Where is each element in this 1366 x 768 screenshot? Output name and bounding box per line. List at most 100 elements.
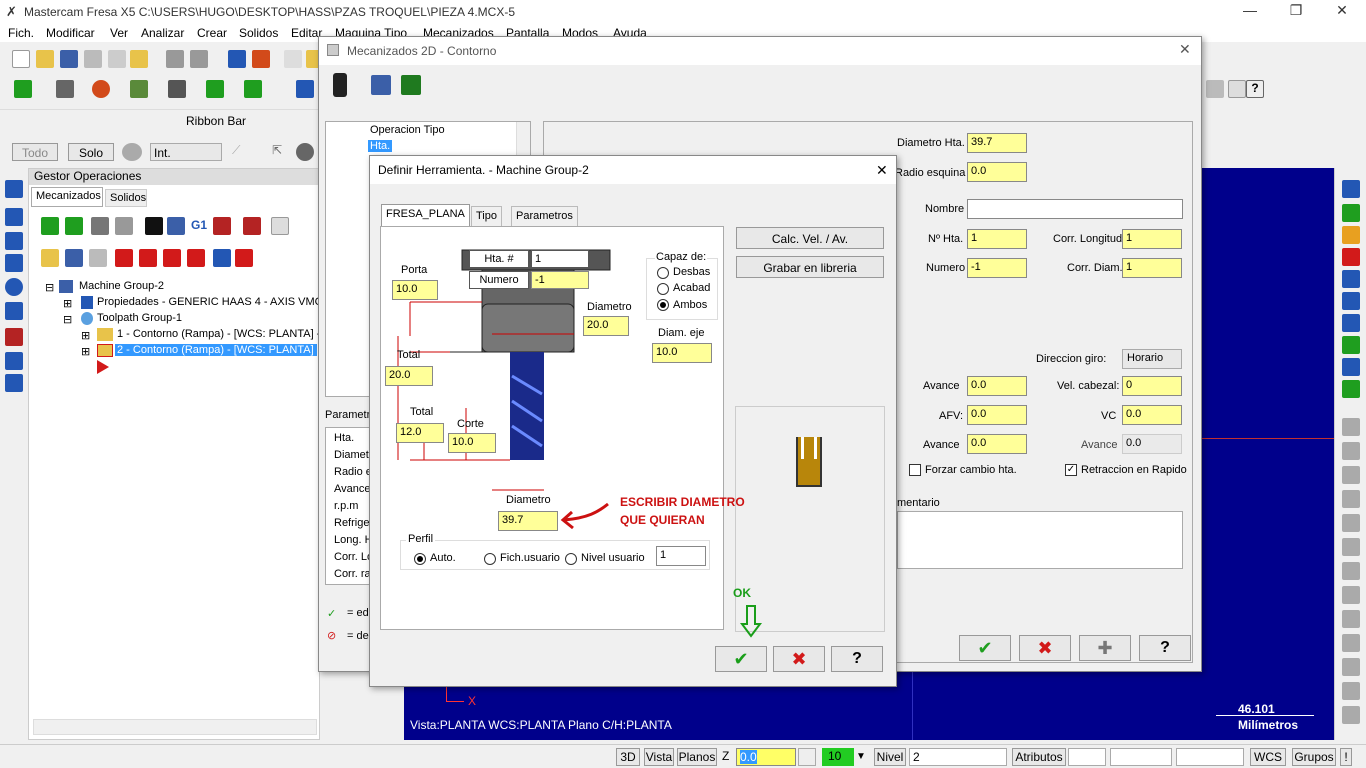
3d-button[interactable]: 3D	[616, 748, 640, 766]
menu-modificar[interactable]: Modificar	[46, 26, 95, 40]
param-item[interactable]: Refriger	[334, 517, 370, 529]
tree-hta[interactable]: Hta.	[368, 140, 393, 152]
rectangle-icon[interactable]	[130, 80, 148, 98]
tool-10-icon[interactable]	[1342, 634, 1360, 652]
arrow-icon[interactable]: ⟋	[232, 143, 250, 161]
tab-mecanizados[interactable]: Mecanizados	[31, 187, 103, 207]
avance2-field[interactable]: 0.0	[967, 434, 1027, 454]
iso-icon[interactable]	[1342, 204, 1360, 222]
tree-item-op2-selected[interactable]: 2 - Contorno (Rampa) - [WCS: PLANTA] -	[115, 344, 317, 356]
verify-icon[interactable]	[167, 217, 185, 235]
backplot-icon[interactable]	[145, 217, 163, 235]
perfil-fichusuario-radio[interactable]	[484, 553, 496, 565]
grupos-button[interactable]: Grupos	[1292, 748, 1336, 766]
filter-icon[interactable]	[5, 232, 23, 250]
shade-icon[interactable]	[1342, 226, 1360, 244]
tool-9-icon[interactable]	[1342, 610, 1360, 628]
radio-esquina-field[interactable]: 0.0	[967, 162, 1027, 182]
point-style-select[interactable]	[1068, 748, 1106, 766]
print-preview-icon[interactable]	[108, 50, 126, 68]
afv-field[interactable]: 0.0	[967, 405, 1027, 425]
zoom-icon[interactable]	[284, 50, 302, 68]
tool-2-icon[interactable]	[1342, 442, 1360, 460]
param-item[interactable]: Radio e	[334, 466, 370, 478]
tree-expander-icon[interactable]: ⊟	[45, 281, 54, 294]
color-dropdown[interactable]: ▼	[856, 748, 870, 766]
ops-icon[interactable]	[5, 180, 23, 198]
tree-expander-icon[interactable]: ⊞	[81, 329, 90, 342]
tool-3-icon[interactable]	[1342, 466, 1360, 484]
diametro-hta-field[interactable]: 39.7	[967, 133, 1027, 153]
grid-view-icon[interactable]	[1342, 314, 1360, 332]
numero-field[interactable]: -1	[967, 258, 1027, 278]
nhta-field[interactable]: 1	[967, 229, 1027, 249]
nivel-button[interactable]: Nivel	[874, 748, 906, 766]
close-button[interactable]: ✕	[1322, 2, 1362, 22]
fillet-icon[interactable]	[168, 80, 186, 98]
line-width-select[interactable]	[1176, 748, 1244, 766]
globe-icon[interactable]	[5, 278, 23, 296]
corte-field[interactable]: 10.0	[448, 433, 496, 453]
highfeed-icon[interactable]	[243, 217, 261, 235]
diametro-bottom-field[interactable]: 39.7	[498, 511, 558, 531]
color-field[interactable]: 10	[822, 748, 854, 766]
open-folder-icon[interactable]	[36, 50, 54, 68]
wcs-button[interactable]: WCS	[1250, 748, 1286, 766]
tool-11-icon[interactable]	[1342, 658, 1360, 676]
dropdown-icon[interactable]	[1228, 80, 1246, 98]
contorno-close-button[interactable]: ✕	[1179, 41, 1191, 58]
wave-icon[interactable]	[65, 249, 83, 267]
redo-icon[interactable]	[190, 50, 208, 68]
solo-button[interactable]: Solo	[68, 143, 114, 161]
post-icon[interactable]	[213, 217, 231, 235]
dimension-icon[interactable]	[5, 254, 23, 272]
cube-icon[interactable]	[1342, 380, 1360, 398]
clipboard-icon[interactable]	[130, 50, 148, 68]
tree-operacion-tipo[interactable]: Operacion Tipo	[370, 124, 445, 136]
menu-ver[interactable]: Ver	[110, 26, 128, 40]
tool-5-icon[interactable]	[1342, 514, 1360, 532]
corr-diam-field[interactable]: 1	[1122, 258, 1182, 278]
nivel-select[interactable]: 2	[909, 748, 1007, 766]
tree-item-machine-group[interactable]: Machine Group-2	[79, 280, 164, 292]
tree-expander-icon[interactable]: ⊞	[63, 297, 72, 310]
tool-4-icon[interactable]	[1342, 490, 1360, 508]
tool-7-icon[interactable]	[1342, 562, 1360, 580]
tree-item-toolpath-group[interactable]: Toolpath Group-1	[97, 312, 182, 324]
contorno-cancel-button[interactable]: ✖	[1019, 635, 1071, 661]
solid-icon[interactable]	[244, 80, 262, 98]
select-op-icon[interactable]	[235, 249, 253, 267]
direccion-giro-select[interactable]: Horario	[1122, 349, 1182, 369]
comentario-textarea[interactable]	[897, 511, 1183, 569]
analyze-icon[interactable]	[5, 328, 23, 346]
move-up-icon[interactable]	[139, 249, 157, 267]
vista-button[interactable]: Vista	[644, 748, 674, 766]
param-item[interactable]: Diametr	[334, 449, 370, 461]
z-field[interactable]: 0.0	[736, 748, 796, 766]
diametro-field[interactable]: 20.0	[583, 316, 629, 336]
transform-icon[interactable]	[5, 352, 23, 370]
horizontal-scrollbar[interactable]	[33, 719, 317, 735]
contorno-add-button[interactable]: ✚	[1079, 635, 1131, 661]
contorno-help-button[interactable]: ?	[1139, 635, 1191, 661]
atributos-button[interactable]: Atributos	[1012, 748, 1066, 766]
menu-crear[interactable]: Crear	[197, 26, 227, 40]
sphere-icon[interactable]	[296, 143, 314, 161]
desbas-radio[interactable]	[657, 267, 669, 279]
view-icon[interactable]	[5, 302, 23, 320]
sheet-icon[interactable]	[252, 50, 270, 68]
forzar-cambio-checkbox[interactable]	[909, 464, 921, 476]
padlock-icon[interactable]	[89, 249, 107, 267]
nombre-field[interactable]	[967, 199, 1183, 219]
save-defaults-icon[interactable]	[401, 75, 421, 95]
add-point-icon[interactable]	[14, 80, 32, 98]
rotate-icon[interactable]	[1342, 248, 1360, 266]
perfil-level-field[interactable]: 1	[656, 546, 706, 566]
tree-expander-icon[interactable]: ⊞	[81, 345, 90, 358]
contorno-ok-button[interactable]: ✔	[959, 635, 1011, 661]
machine-icon[interactable]	[5, 374, 23, 392]
grabar-libreria-button[interactable]: Grabar en libreria	[736, 256, 884, 278]
regen-dirty-icon[interactable]	[115, 217, 133, 235]
restore-button[interactable]: ❐	[1276, 2, 1316, 22]
tab-fresa-plana[interactable]: FRESA_PLANA	[381, 204, 470, 226]
